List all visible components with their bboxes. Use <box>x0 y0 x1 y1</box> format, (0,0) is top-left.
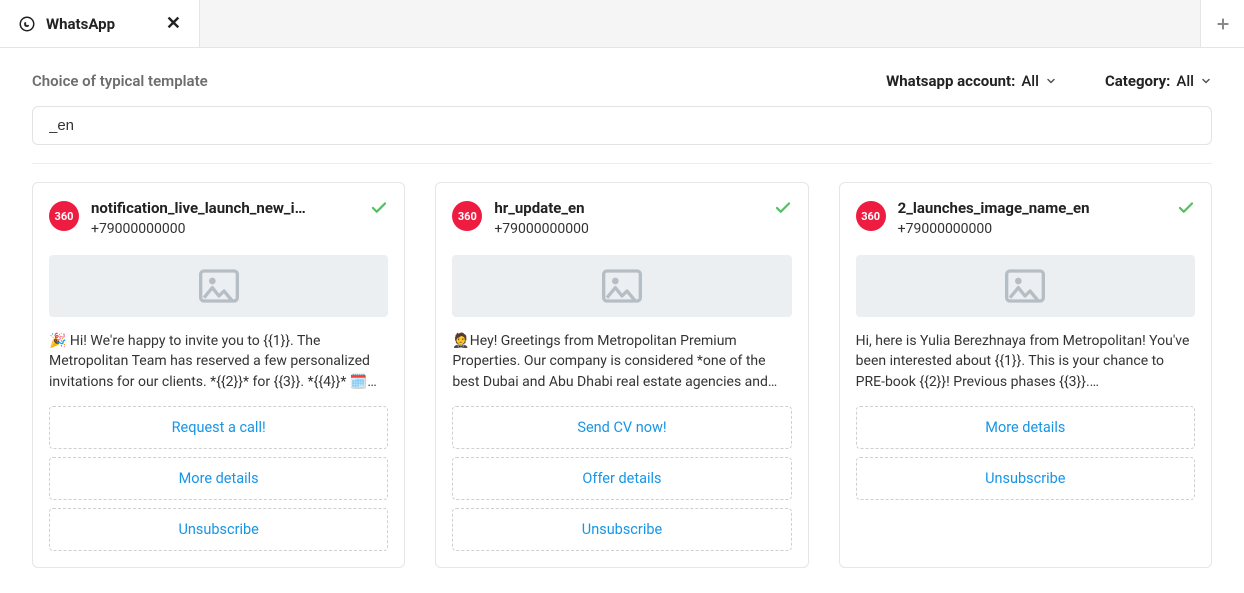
tab-spacer <box>200 0 1200 47</box>
card-info: notification_live_launch_new_i… +7900000… <box>91 199 350 237</box>
image-icon <box>1005 269 1045 303</box>
tab-whatsapp[interactable]: WhatsApp ✕ <box>0 0 200 47</box>
content-area: Choice of typical template Whatsapp acco… <box>0 48 1244 593</box>
action-button[interactable]: Send CV now! <box>452 406 791 449</box>
action-button[interactable]: Unsubscribe <box>49 508 388 551</box>
template-card[interactable]: 360 hr_update_en +79000000000 🤵Hey! Gree… <box>435 182 808 568</box>
cards-grid: 360 notification_live_launch_new_i… +790… <box>32 182 1212 568</box>
template-body: 🎉 Hi! We're happy to invite you to {{1}}… <box>49 331 388 392</box>
divider <box>32 163 1212 164</box>
card-buttons: Send CV now! Offer details Unsubscribe <box>452 406 791 551</box>
image-placeholder <box>452 255 791 317</box>
template-card[interactable]: 360 notification_live_launch_new_i… +790… <box>32 182 405 568</box>
image-placeholder <box>49 255 388 317</box>
filter-account-value: All <box>1021 72 1039 90</box>
template-name: hr_update_en <box>494 199 753 217</box>
card-header: 360 notification_live_launch_new_i… +790… <box>49 199 388 237</box>
chevron-down-icon <box>1200 75 1212 87</box>
filter-category-label: Category: <box>1105 72 1170 90</box>
app-root: WhatsApp ✕ Choice of typical template Wh… <box>0 0 1244 593</box>
filter-category[interactable]: Category: All <box>1105 72 1212 90</box>
action-button[interactable]: Unsubscribe <box>452 508 791 551</box>
action-button[interactable]: Offer details <box>452 457 791 500</box>
card-info: hr_update_en +79000000000 <box>494 199 753 237</box>
check-icon <box>1177 199 1195 217</box>
template-phone: +79000000000 <box>898 221 1157 237</box>
avatar: 360 <box>49 201 79 231</box>
action-button[interactable]: More details <box>856 406 1195 449</box>
template-name: 2_launches_image_name_en <box>898 199 1157 217</box>
image-icon <box>602 269 642 303</box>
top-row: Choice of typical template Whatsapp acco… <box>32 72 1212 90</box>
image-placeholder <box>856 255 1195 317</box>
check-icon <box>370 199 388 217</box>
template-body: Hi, here is Yulia Berezhnaya from Metrop… <box>856 331 1195 392</box>
template-card[interactable]: 360 2_launches_image_name_en +7900000000… <box>839 182 1212 568</box>
card-buttons: Request a call! More details Unsubscribe <box>49 406 388 551</box>
card-info: 2_launches_image_name_en +79000000000 <box>898 199 1157 237</box>
action-button[interactable]: Unsubscribe <box>856 457 1195 500</box>
check-icon <box>774 199 792 217</box>
image-icon <box>199 269 239 303</box>
filter-category-value: All <box>1176 72 1194 90</box>
filter-account[interactable]: Whatsapp account: All <box>886 72 1057 90</box>
action-button[interactable]: Request a call! <box>49 406 388 449</box>
whatsapp-icon <box>18 15 36 33</box>
card-header: 360 hr_update_en +79000000000 <box>452 199 791 237</box>
template-phone: +79000000000 <box>494 221 753 237</box>
chevron-down-icon <box>1045 75 1057 87</box>
avatar: 360 <box>452 201 482 231</box>
template-phone: +79000000000 <box>91 221 350 237</box>
card-header: 360 2_launches_image_name_en +7900000000… <box>856 199 1195 237</box>
close-icon[interactable]: ✕ <box>166 13 181 34</box>
tab-bar: WhatsApp ✕ <box>0 0 1244 48</box>
avatar: 360 <box>856 201 886 231</box>
tab-title: WhatsApp <box>46 15 156 33</box>
template-body: 🤵Hey! Greetings from Metropolitan Premiu… <box>452 331 791 392</box>
page-subtitle: Choice of typical template <box>32 72 208 90</box>
card-buttons: More details Unsubscribe <box>856 406 1195 500</box>
filter-account-label: Whatsapp account: <box>886 72 1015 90</box>
action-button[interactable]: More details <box>49 457 388 500</box>
template-name: notification_live_launch_new_i… <box>91 199 350 217</box>
filters: Whatsapp account: All Category: All <box>886 72 1212 90</box>
search-input[interactable] <box>32 106 1212 145</box>
add-tab-button[interactable] <box>1200 0 1244 47</box>
